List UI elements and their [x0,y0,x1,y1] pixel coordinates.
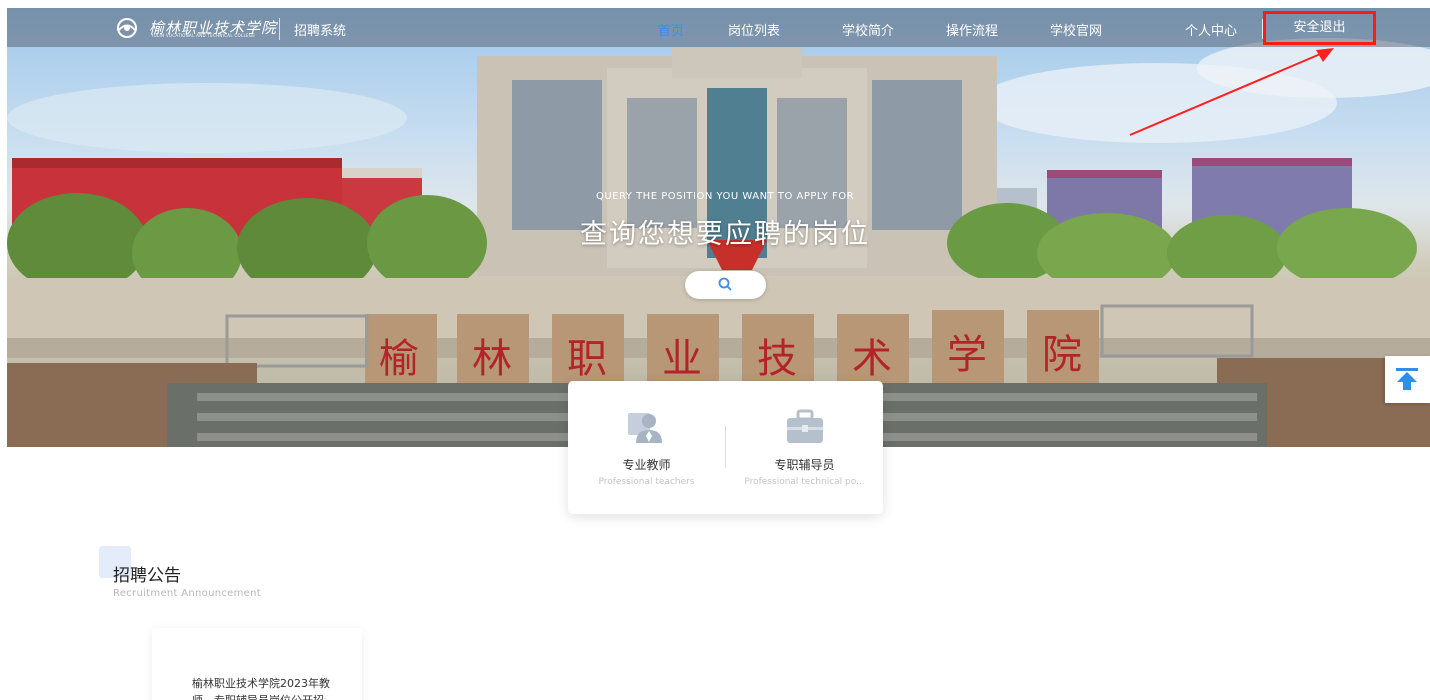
nav-item-official-site[interactable]: 学校官网 [1050,20,1102,39]
category-title: 专业教师 [622,458,671,472]
section-subtitle: Recruitment Announcement [113,588,261,599]
stone-char: 职 [567,336,607,382]
stone-char: 技 [757,336,797,382]
nav-item-personal-center[interactable]: 个人中心 [1185,20,1237,39]
logo-divider [279,18,280,40]
stone-char: 术 [852,336,892,382]
annotation-arrow [1129,48,1334,136]
nav-item-process[interactable]: 操作流程 [946,20,998,39]
college-logo[interactable]: 榆林职业技术学院 YULIN VOCATIONAL AND TECHNICAL … [114,14,277,42]
back-to-top-button[interactable] [1385,356,1430,403]
teacher-icon [628,413,662,443]
category-card: 专业教师 Professional teachers 专职辅导员 Profess… [568,381,883,514]
category-subtitle: Professional technical po... [744,477,865,487]
hero-title: 查询您想要应聘的岗位 [580,219,870,250]
category-title: 专职辅导员 [774,458,835,472]
search-icon [718,277,732,291]
arrow-up-icon [1396,368,1418,390]
announcement-card[interactable]: 榆林职业技术学院2023年教师、专职辅导员岗位公开招 [152,628,362,700]
stone-char: 林 [472,336,512,382]
briefcase-icon [787,409,823,443]
nav-item-home[interactable]: 首页 [658,20,684,39]
search-button[interactable] [685,271,766,299]
category-professional-counselors[interactable]: 专职辅导员 Professional technical po... [726,381,883,514]
logout-button[interactable]: 安全退出 [1263,11,1376,45]
stone-char: 榆 [379,336,419,382]
stone-char: 学 [947,332,987,378]
hero-subtitle: QUERY THE POSITION YOU WANT TO APPLY FOR [595,191,855,202]
nav-item-school-intro[interactable]: 学校简介 [842,20,894,39]
category-professional-teachers[interactable]: 专业教师 Professional teachers [568,381,725,514]
stone-char: 业 [662,336,702,382]
logo-subtext: YULIN VOCATIONAL AND TECHNICAL COLLEGE [151,33,256,38]
stone-char: 院 [1042,332,1082,378]
top-navbar: 榆林职业技术学院 YULIN VOCATIONAL AND TECHNICAL … [7,8,1430,47]
college-emblem-icon [117,18,137,38]
section-title: 招聘公告 [113,566,181,586]
announcement-text: 榆林职业技术学院2023年教师、专职辅导员岗位公开招 [192,677,330,700]
category-subtitle: Professional teachers [598,477,695,487]
system-name: 招聘系统 [294,24,347,39]
nav-item-position-list[interactable]: 岗位列表 [728,20,780,39]
